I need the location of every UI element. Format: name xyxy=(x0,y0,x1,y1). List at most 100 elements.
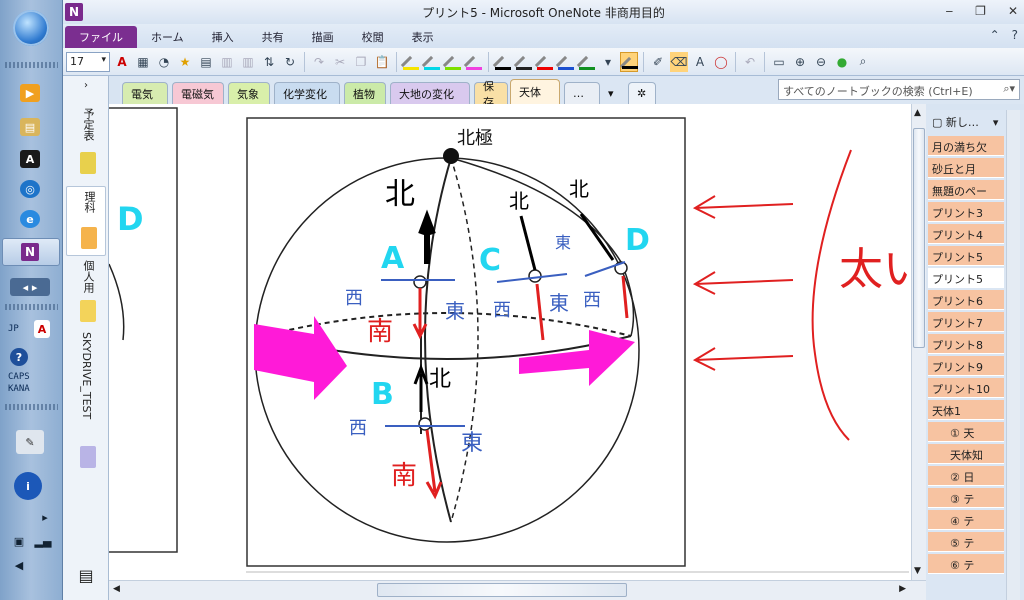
copy-icon[interactable]: ❐ xyxy=(352,52,370,72)
page-item[interactable]: ③ テ xyxy=(928,488,1004,508)
highlighter-yellow-icon[interactable] xyxy=(400,52,420,72)
lasso-icon[interactable]: ◯ xyxy=(712,52,730,72)
section-tab[interactable]: 気象 xyxy=(228,82,270,104)
highlighter-cyan-icon[interactable] xyxy=(421,52,441,72)
explorer-icon[interactable]: ▤ xyxy=(20,118,40,136)
ime-icon[interactable]: A xyxy=(34,320,50,338)
language-indicator[interactable]: JP xyxy=(8,324,19,334)
pen-selected-icon[interactable] xyxy=(619,51,638,72)
insert-space-icon[interactable]: ▥ xyxy=(218,52,236,72)
page-item[interactable]: 月の満ち欠 xyxy=(928,136,1004,156)
new-section-icon[interactable]: ✲ xyxy=(628,82,656,104)
wifi-app-icon[interactable]: ◎ xyxy=(20,180,40,198)
tab-insert[interactable]: 挿入 xyxy=(198,26,248,48)
close-button[interactable]: ✕ xyxy=(1008,4,1018,18)
picture-icon[interactable]: ▦ xyxy=(134,52,152,72)
section-tab[interactable]: 保存 xyxy=(474,80,508,109)
pen-green-icon[interactable] xyxy=(576,52,596,72)
app-icon[interactable]: A xyxy=(20,150,40,168)
section-tab[interactable]: 植物 xyxy=(344,82,386,104)
section-dropdown-icon[interactable]: ▾ xyxy=(600,82,624,104)
taskbar-scroll-icon[interactable]: ◂ ▸ xyxy=(10,278,50,296)
help-icon[interactable]: ? xyxy=(1012,28,1018,42)
search-icon[interactable]: ⌕ xyxy=(854,52,872,72)
cut-icon[interactable]: ✂ xyxy=(331,52,349,72)
ink-to-text-icon[interactable]: A xyxy=(691,52,709,72)
page-canvas[interactable]: D 北極 A 北 西 東 南 B 北 西 東 南 C 北 西 東 D 北 西 東… xyxy=(109,104,911,580)
section-tab[interactable]: 電気 xyxy=(122,82,168,104)
horizontal-scroll-thumb[interactable] xyxy=(377,583,627,597)
notebook-kojinyo[interactable]: 個人用 xyxy=(66,256,106,326)
section-tab[interactable]: 大地の変化 xyxy=(390,82,470,104)
volume-icon[interactable]: ◀ xyxy=(12,556,26,574)
maximize-button[interactable]: ❐ xyxy=(975,4,986,18)
section-tab[interactable]: 化学変化 xyxy=(274,82,340,104)
media-player-icon[interactable]: ▶ xyxy=(20,84,40,102)
vertical-scrollbar[interactable]: ▲ ▼ xyxy=(911,104,926,580)
start-button[interactable] xyxy=(13,10,49,46)
section-tab-more[interactable]: … xyxy=(564,82,600,104)
redo-icon[interactable]: ↷ xyxy=(310,52,328,72)
ie-icon[interactable]: e xyxy=(20,210,40,228)
ribbon-collapse-icon[interactable]: ⌃ xyxy=(990,28,1000,42)
paste-icon[interactable]: 📋 xyxy=(373,52,391,72)
columns-icon[interactable]: ▥ xyxy=(239,52,257,72)
page-item[interactable]: 砂丘と月 xyxy=(928,158,1004,178)
pen-dark-icon[interactable] xyxy=(513,52,533,72)
tab-file[interactable]: ファイル xyxy=(65,26,137,48)
tag-icon[interactable]: ★ xyxy=(176,52,194,72)
search-icon[interactable]: ⌕▾ xyxy=(1003,82,1015,96)
device-icon[interactable]: ▣ xyxy=(12,532,26,550)
arrange-icon[interactable]: ⇅ xyxy=(260,52,278,72)
unfiled-notes-icon[interactable]: ▤ xyxy=(66,566,106,585)
page-item[interactable]: プリント9 xyxy=(928,356,1004,376)
page-item[interactable]: 無題のペー xyxy=(928,180,1004,200)
tab-review[interactable]: 校閲 xyxy=(348,26,398,48)
vertical-scroll-thumb[interactable] xyxy=(913,128,925,348)
font-color-icon[interactable]: A xyxy=(113,52,131,72)
tab-share[interactable]: 共有 xyxy=(248,26,298,48)
pen-red-icon[interactable] xyxy=(534,52,554,72)
zoom-out-icon[interactable]: ⊖ xyxy=(812,52,830,72)
shapes-icon[interactable]: ◔ xyxy=(155,52,173,72)
select-icon[interactable]: ✐ xyxy=(649,52,667,72)
nav-collapse-icon[interactable]: › xyxy=(66,80,106,91)
tray-expand-icon[interactable]: ▸ xyxy=(40,508,50,526)
page-item[interactable]: プリント3 xyxy=(928,202,1004,222)
page-item[interactable]: ② 日 xyxy=(928,466,1004,486)
page-item[interactable]: プリント6 xyxy=(928,290,1004,310)
page-item[interactable]: プリント10 xyxy=(928,378,1004,398)
undo-icon[interactable]: ↶ xyxy=(741,52,759,72)
tab-draw[interactable]: 描画 xyxy=(298,26,348,48)
notebook-rika[interactable]: 理科 xyxy=(66,186,106,256)
page-item[interactable]: 天体1 xyxy=(928,400,1004,420)
pen-input-icon[interactable]: ✎ xyxy=(16,430,44,454)
search-input[interactable]: すべてのノートブックの検索 (Ctrl+E) ⌕▾ xyxy=(778,79,1020,100)
page-item[interactable]: プリント8 xyxy=(928,334,1004,354)
table-icon[interactable]: ▤ xyxy=(197,52,215,72)
sync-icon[interactable]: ● xyxy=(833,52,851,72)
rotate-icon[interactable]: ↻ xyxy=(281,52,299,72)
minimize-button[interactable]: ‒ xyxy=(946,4,954,18)
page-item[interactable]: プリント4 xyxy=(928,224,1004,244)
ink-drawing[interactable]: D 北極 A 北 西 東 南 B 北 西 東 南 C 北 西 東 D 北 西 東… xyxy=(109,104,911,580)
pen-more-icon[interactable]: ▾ xyxy=(599,52,617,72)
pen-blue-icon[interactable] xyxy=(555,52,575,72)
help-icon[interactable]: ? xyxy=(10,348,28,366)
tab-home[interactable]: ホーム xyxy=(137,26,198,48)
notebook-yoteihyo[interactable]: 予定表 xyxy=(66,104,106,184)
horizontal-scrollbar[interactable]: ◀ ▶ xyxy=(109,580,926,600)
pen-black-icon[interactable] xyxy=(492,52,512,72)
page-list-scrollbar[interactable] xyxy=(1006,110,1020,600)
page-item[interactable]: ⑥ テ xyxy=(928,554,1004,574)
page-view-icon[interactable]: ▭ xyxy=(770,52,788,72)
page-item-selected[interactable]: プリント5 xyxy=(928,268,1004,288)
section-tab-active[interactable]: 天体 xyxy=(510,79,560,104)
highlighter-magenta-icon[interactable] xyxy=(463,52,483,72)
onenote-task-button[interactable]: N xyxy=(2,238,60,266)
scroll-right-icon[interactable]: ▶ xyxy=(899,584,906,594)
page-item[interactable]: ⑤ テ xyxy=(928,532,1004,552)
page-item[interactable]: ① 天 xyxy=(928,422,1004,442)
onenote-logo-icon[interactable]: N xyxy=(65,3,83,21)
page-item[interactable]: プリント5 xyxy=(928,246,1004,266)
